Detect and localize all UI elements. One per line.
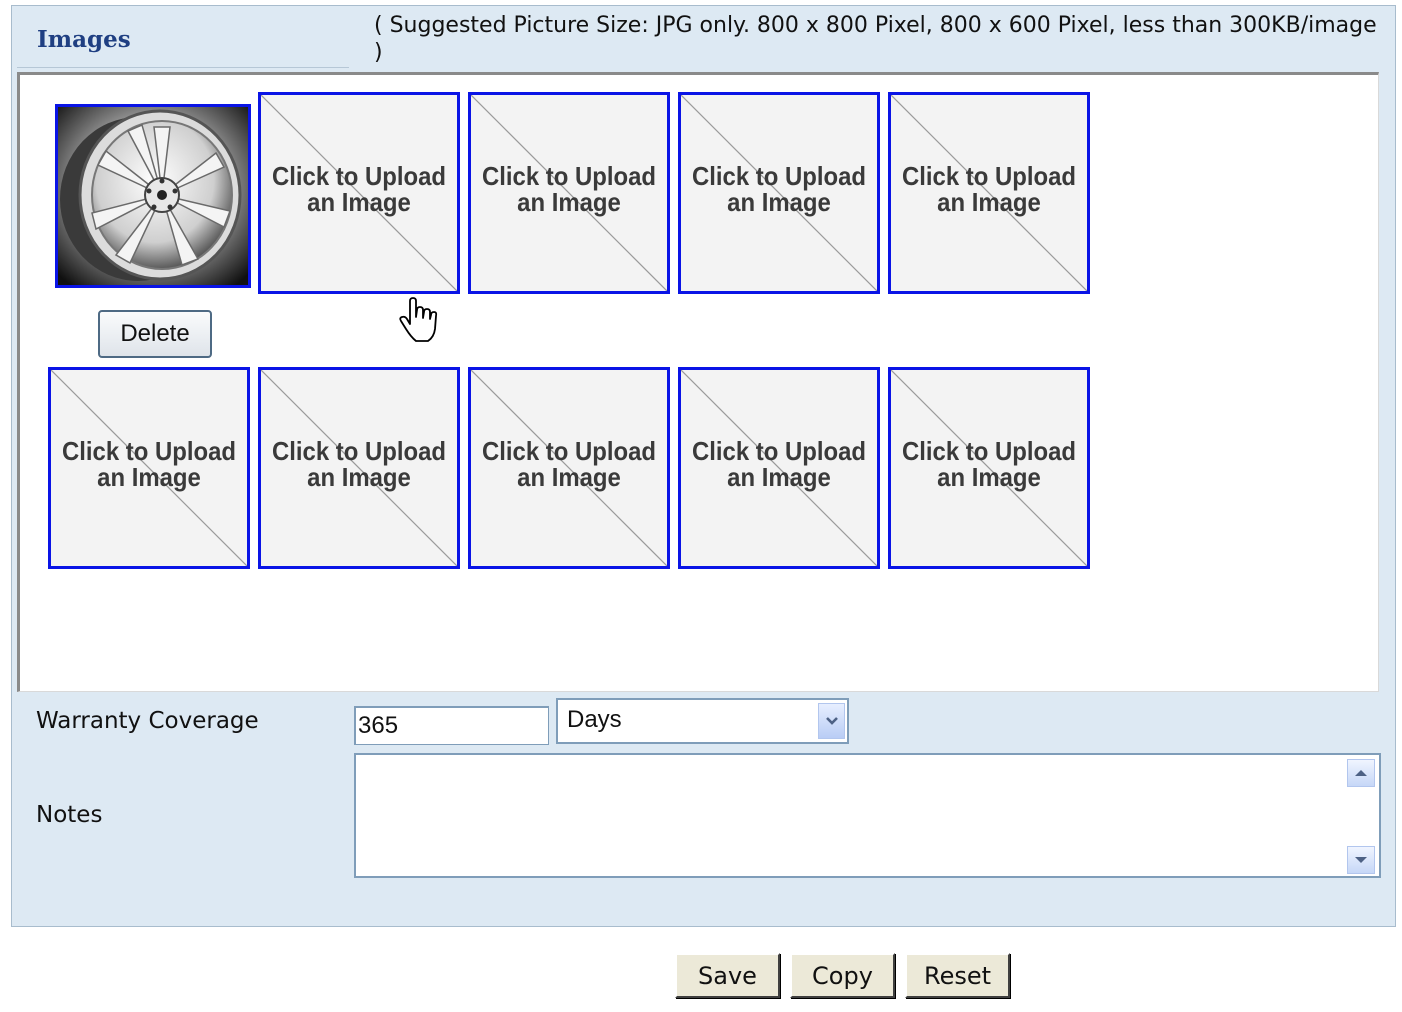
save-button[interactable]: Save bbox=[675, 953, 780, 998]
upload-image-slot[interactable]: Click to Upload an Image bbox=[48, 367, 250, 569]
scroll-up-icon[interactable] bbox=[1347, 759, 1375, 787]
images-header: Images bbox=[17, 6, 349, 68]
upload-image-slot[interactable]: Click to Upload an Image bbox=[888, 367, 1090, 569]
notes-label: Notes bbox=[36, 802, 103, 828]
upload-image-slot[interactable]: Click to Upload an Image bbox=[678, 367, 880, 569]
upload-slot-label: Click to Upload an Image bbox=[901, 436, 1077, 492]
upload-image-slot[interactable]: Click to Upload an Image bbox=[678, 92, 880, 294]
upload-slot-label: Click to Upload an Image bbox=[271, 161, 447, 217]
upload-image-slot[interactable]: Click to Upload an Image bbox=[258, 367, 460, 569]
uploaded-image-thumbnail[interactable] bbox=[55, 104, 251, 288]
warranty-coverage-label: Warranty Coverage bbox=[36, 708, 259, 734]
copy-button[interactable]: Copy bbox=[790, 953, 895, 998]
upload-image-slot[interactable]: Click to Upload an Image bbox=[258, 92, 460, 294]
upload-slot-label: Click to Upload an Image bbox=[691, 436, 867, 492]
chevron-down-icon[interactable] bbox=[818, 703, 845, 739]
delete-image-button[interactable]: Delete bbox=[98, 310, 212, 358]
warranty-coverage-input[interactable] bbox=[354, 706, 549, 745]
upload-slot-label: Click to Upload an Image bbox=[271, 436, 447, 492]
upload-slot-label: Click to Upload an Image bbox=[481, 436, 657, 492]
notes-textarea[interactable] bbox=[354, 753, 1381, 878]
upload-slot-label: Click to Upload an Image bbox=[481, 161, 657, 217]
upload-slot-label: Click to Upload an Image bbox=[61, 436, 237, 492]
images-panel: Images ( Suggested Picture Size: JPG onl… bbox=[11, 5, 1396, 927]
warranty-unit-value: Days bbox=[567, 706, 622, 733]
scroll-down-icon[interactable] bbox=[1347, 846, 1375, 874]
upload-slot-label: Click to Upload an Image bbox=[901, 161, 1077, 217]
warranty-unit-select[interactable]: Days bbox=[556, 698, 849, 744]
upload-image-slot[interactable]: Click to Upload an Image bbox=[468, 92, 670, 294]
upload-image-slot[interactable]: Click to Upload an Image bbox=[468, 367, 670, 569]
image-gallery: Delete Click to Upload an Image Click to … bbox=[17, 72, 1379, 692]
reset-button[interactable]: Reset bbox=[905, 953, 1010, 998]
section-title: Images bbox=[37, 26, 131, 53]
upload-slot-label: Click to Upload an Image bbox=[691, 161, 867, 217]
upload-image-slot[interactable]: Click to Upload an Image bbox=[888, 92, 1090, 294]
picture-size-hint: ( Suggested Picture Size: JPG only. 800 … bbox=[374, 13, 1377, 65]
wheel-rim-image bbox=[58, 107, 248, 285]
hand-pointer-cursor-icon bbox=[399, 297, 438, 342]
